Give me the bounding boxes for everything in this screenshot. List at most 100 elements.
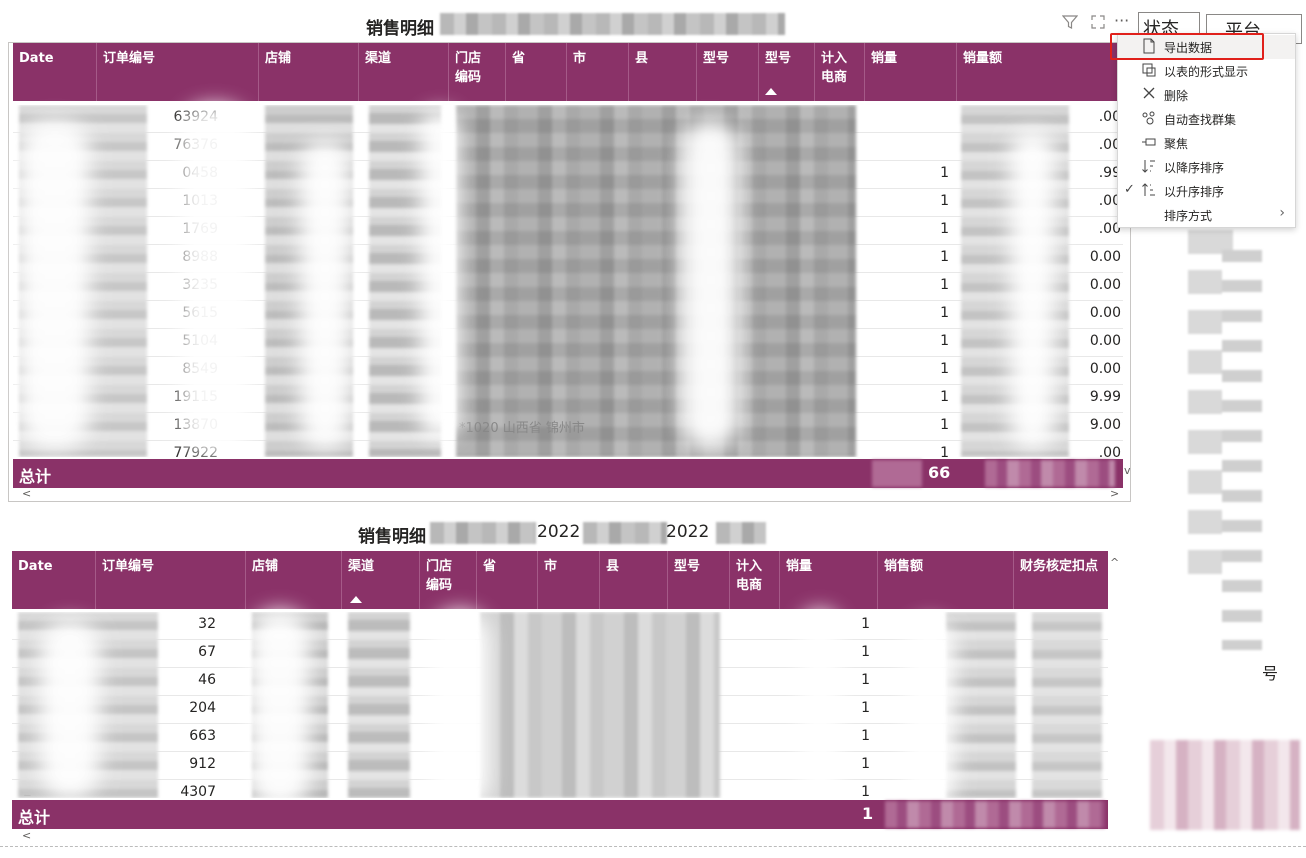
amount-cell: 9.99	[1089, 389, 1121, 405]
col-header-model-1[interactable]: 型号	[697, 43, 759, 101]
top-hscroll-right-arrow[interactable]: >	[1110, 487, 1119, 500]
col-header-sales-amount[interactable]: 销量额	[957, 43, 1123, 101]
bottom-vscroll-up-arrow[interactable]: ^	[1110, 556, 1119, 569]
col-header-order-no[interactable]: 订单编号	[97, 43, 259, 101]
redacted-geo-columns	[480, 612, 720, 798]
amount-cell: .00	[1098, 221, 1121, 237]
col-header-store-code[interactable]: 门店 编码	[449, 43, 506, 101]
qty-cell: 1	[940, 305, 949, 321]
filter-icon[interactable]	[1061, 14, 1079, 34]
redacted-amount-column	[946, 612, 1016, 798]
qty-cell: 1	[940, 361, 949, 377]
qty-cell: 1	[940, 333, 949, 349]
amount-cell: 0.00	[1089, 277, 1121, 293]
redaction-blotch	[40, 620, 100, 800]
redaction-blotch	[250, 610, 310, 810]
right-pane-redacted	[1222, 250, 1262, 650]
table-view-icon	[1140, 62, 1158, 80]
order-no-cell: 4307	[180, 784, 216, 798]
chevron-right-icon: ›	[1279, 205, 1285, 221]
menu-item-sort-descending[interactable]: 以降序排序	[1118, 155, 1295, 179]
partial-row-text: *1020 山西省 锦州市	[459, 421, 585, 436]
col-header-ecommerce[interactable]: 计入 电商	[815, 43, 865, 101]
col-header-store-code[interactable]: 门店 编码	[420, 551, 477, 609]
focus-mode-icon[interactable]	[1090, 14, 1106, 34]
redaction-blotch	[420, 110, 460, 440]
col-header-channel[interactable]: 渠道	[359, 43, 449, 101]
top-visual-title-redacted	[440, 13, 785, 35]
amount-cell: 0.00	[1089, 249, 1121, 265]
bottom-title-redacted-2	[583, 522, 667, 544]
col-header-qty[interactable]: 销量	[780, 551, 878, 609]
menu-item-sort-ascending[interactable]: ✓ 以升序排序	[1118, 179, 1295, 203]
qty-cell: 1	[940, 221, 949, 237]
redaction-blotch	[180, 105, 250, 455]
redacted-total-qty	[872, 460, 922, 487]
col-header-county[interactable]: 县	[600, 551, 668, 609]
close-icon	[1140, 86, 1158, 104]
col-header-finance-deduction[interactable]: 财务核定扣点	[1014, 551, 1108, 609]
menu-item-spotlight[interactable]: 聚焦	[1118, 131, 1295, 155]
col-header-store[interactable]: 店铺	[246, 551, 342, 609]
col-header-city[interactable]: 市	[567, 43, 629, 101]
redaction-blotch	[680, 120, 740, 450]
amount-cell: 0.00	[1089, 305, 1121, 321]
bottom-title-year-1: 2022	[537, 522, 581, 542]
bottom-visual-title: 销售明细	[358, 527, 426, 547]
order-no-cell: 46	[198, 672, 216, 688]
redacted-geo-columns	[456, 105, 856, 457]
qty-cell: 1	[940, 249, 949, 265]
col-header-model[interactable]: 型号	[668, 551, 730, 609]
check-icon: ✓	[1124, 182, 1135, 197]
bottom-title-redacted-1	[430, 522, 536, 544]
more-options-icon[interactable]: ···	[1114, 11, 1129, 30]
order-no-cell: 204	[189, 700, 216, 716]
menu-item-show-as-table[interactable]: 以表的形式显示	[1118, 59, 1295, 83]
col-header-province[interactable]: 省	[477, 551, 538, 609]
redaction-blotch	[800, 610, 840, 810]
col-header-city[interactable]: 市	[538, 551, 600, 609]
total-qty: 1	[862, 804, 874, 823]
menu-item-label: 排序方式	[1164, 209, 1213, 223]
qty-cell: 1	[940, 277, 949, 293]
total-label: 总计	[19, 467, 52, 486]
col-header-qty[interactable]: 销量	[865, 43, 957, 101]
col-header-store[interactable]: 店铺	[259, 43, 359, 101]
qty-cell: 1	[940, 417, 949, 433]
bottom-title-year-2: 2022	[666, 522, 710, 542]
order-no-cell: 663	[189, 728, 216, 744]
bottom-hscroll-left-arrow[interactable]: <	[22, 829, 31, 842]
amount-cell: 0.00	[1089, 333, 1121, 349]
qty-cell: 1	[940, 389, 949, 405]
total-qty: 66	[928, 463, 951, 482]
redacted-channel-column	[348, 612, 410, 798]
col-header-county[interactable]: 县	[629, 43, 697, 101]
right-pane-hao-fragment: 号	[1262, 664, 1279, 683]
col-header-date[interactable]: Date	[13, 43, 97, 101]
col-header-province[interactable]: 省	[506, 43, 567, 101]
amount-cell: .00	[1098, 137, 1121, 153]
redaction-blotch	[20, 120, 90, 450]
menu-item-label: 删除	[1164, 89, 1189, 103]
order-no-cell: 32	[198, 616, 216, 632]
col-header-sales-amount[interactable]: 销售额	[878, 551, 1014, 609]
menu-item-label: 以降序排序	[1164, 161, 1225, 175]
sort-ascending-icon	[1140, 182, 1158, 200]
col-header-order-no[interactable]: 订单编号	[96, 551, 246, 609]
menu-item-label: 自动查找群集	[1164, 113, 1237, 127]
col-header-ecommerce[interactable]: 计入 电商	[730, 551, 780, 609]
top-table-header: Date 订单编号 店铺 渠道 门店 编码 省 市 县 型号 型号 计入 电商 …	[13, 43, 1123, 101]
menu-item-label: 以升序排序	[1164, 185, 1225, 199]
col-header-date[interactable]: Date	[12, 551, 96, 609]
menu-item-sort-by[interactable]: 排序方式 ›	[1118, 203, 1295, 227]
menu-item-auto-cluster[interactable]: 自动查找群集	[1118, 107, 1295, 131]
menu-item-delete[interactable]: 删除	[1118, 83, 1295, 107]
qty-cell: 1	[940, 445, 949, 457]
focus-icon	[1140, 134, 1158, 152]
redaction-blotch	[430, 610, 490, 810]
top-visual-title: 销售明细	[366, 19, 434, 39]
top-hscroll-left-arrow[interactable]: <	[22, 487, 31, 500]
bottom-title-redacted-3	[716, 522, 766, 544]
top-vscroll-down-arrow[interactable]: v	[1124, 464, 1131, 477]
sort-descending-icon	[1140, 158, 1158, 176]
